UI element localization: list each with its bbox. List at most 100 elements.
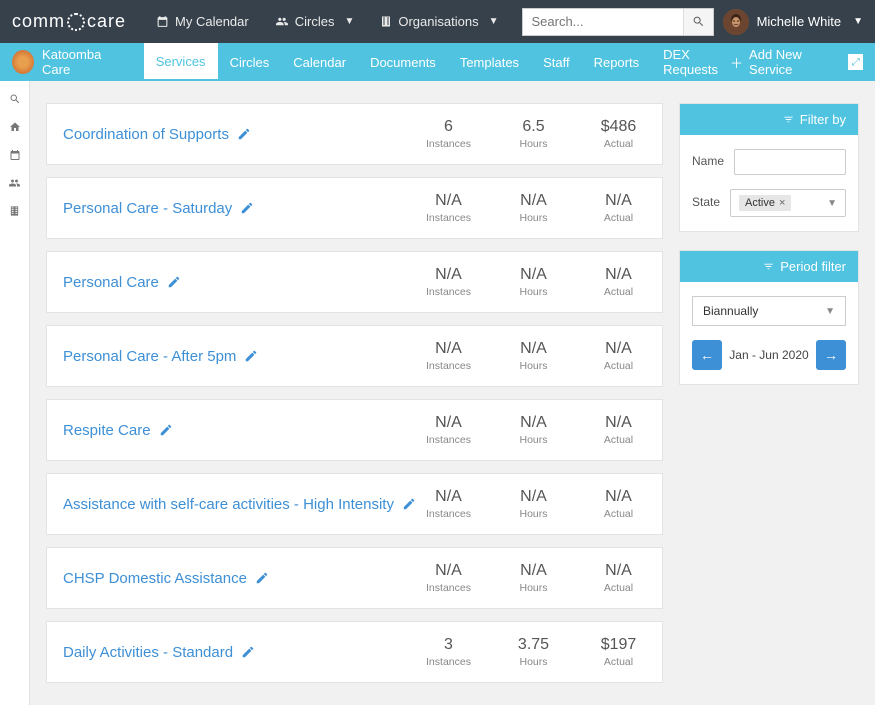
metric-actual-label: Actual [591, 508, 646, 520]
sub-nav: ServicesCirclesCalendarDocumentsTemplate… [144, 43, 730, 81]
metric-actual-value: N/A [591, 488, 646, 506]
tab-dex-requests[interactable]: DEX Requests [651, 43, 730, 81]
filter-name-label: Name [692, 154, 724, 168]
tab-templates[interactable]: Templates [448, 43, 531, 81]
metric-actual-label: Actual [591, 434, 646, 446]
edit-icon[interactable] [241, 645, 255, 659]
metric-actual: N/AActual [591, 192, 646, 224]
nav-my-calendar[interactable]: My Calendar [146, 8, 259, 35]
service-title-link[interactable]: Coordination of Supports [63, 126, 421, 143]
add-new-service-button[interactable]: ＋ Add New Service [730, 47, 838, 77]
caret-down-icon: ▼ [344, 16, 354, 27]
service-metrics: N/AInstancesN/AHoursN/AActual [421, 340, 646, 372]
user-name: Michelle White [757, 14, 842, 29]
metric-instances: N/AInstances [421, 488, 476, 520]
caret-down-icon: ▼ [853, 16, 863, 27]
service-name: Personal Care - After 5pm [63, 348, 236, 365]
period-next-button[interactable]: → [816, 340, 846, 370]
metric-hours-value: 3.75 [506, 636, 561, 654]
metric-instances: N/AInstances [421, 192, 476, 224]
edit-icon[interactable] [237, 127, 251, 141]
service-title-link[interactable]: Personal Care [63, 274, 421, 291]
rail-search-icon[interactable] [1, 85, 29, 113]
edit-icon[interactable] [240, 201, 254, 215]
metric-hours: N/AHours [506, 266, 561, 298]
service-row: Personal CareN/AInstancesN/AHoursN/AActu… [46, 251, 663, 313]
service-metrics: N/AInstancesN/AHoursN/AActual [421, 488, 646, 520]
logo-icon [67, 13, 85, 31]
tab-staff[interactable]: Staff [531, 43, 582, 81]
metric-instances-label: Instances [421, 434, 476, 446]
service-row: Respite CareN/AInstancesN/AHoursN/AActua… [46, 399, 663, 461]
service-title-link[interactable]: Daily Activities - Standard [63, 644, 421, 661]
edit-icon[interactable] [255, 571, 269, 585]
nav-my-calendar-label: My Calendar [175, 14, 249, 29]
rail-home-icon[interactable] [1, 113, 29, 141]
metric-actual-value: N/A [591, 562, 646, 580]
service-row: CHSP Domestic AssistanceN/AInstancesN/AH… [46, 547, 663, 609]
metric-instances-value: N/A [421, 562, 476, 580]
metric-instances-label: Instances [421, 212, 476, 224]
service-name: Assistance with self-care activities - H… [63, 496, 394, 513]
period-range-label: Jan - Jun 2020 [729, 348, 808, 362]
edit-icon[interactable] [167, 275, 181, 289]
metric-hours-value: N/A [506, 562, 561, 580]
metric-actual-value: N/A [591, 266, 646, 284]
service-title-link[interactable]: CHSP Domestic Assistance [63, 570, 421, 587]
tab-calendar[interactable]: Calendar [281, 43, 358, 81]
search-input[interactable] [523, 10, 683, 33]
service-name: Personal Care [63, 274, 159, 291]
state-tag-remove[interactable]: × [779, 197, 785, 209]
metric-actual: $197Actual [591, 636, 646, 668]
metric-instances: N/AInstances [421, 414, 476, 446]
tab-reports[interactable]: Reports [582, 43, 652, 81]
service-row: Daily Activities - Standard3Instances3.7… [46, 621, 663, 683]
rail-people-icon[interactable] [1, 169, 29, 197]
user-menu[interactable]: Michelle White ▼ [723, 9, 863, 35]
tab-circles[interactable]: Circles [218, 43, 282, 81]
filter-state-select[interactable]: Active × ▼ [730, 189, 846, 217]
service-row: Assistance with self-care activities - H… [46, 473, 663, 535]
logo[interactable]: comm care [12, 11, 126, 32]
metric-actual-label: Actual [591, 582, 646, 594]
edit-icon[interactable] [244, 349, 258, 363]
metric-instances: N/AInstances [421, 266, 476, 298]
edit-icon[interactable] [159, 423, 173, 437]
rail-building-icon[interactable] [1, 197, 29, 225]
metric-hours-label: Hours [506, 212, 561, 224]
nav-circles[interactable]: Circles ▼ [265, 8, 365, 35]
filter-state-label: State [692, 195, 720, 209]
edit-icon[interactable] [402, 497, 416, 511]
service-metrics: 3Instances3.75Hours$197Actual [421, 636, 646, 668]
metric-instances-label: Instances [421, 360, 476, 372]
service-metrics: N/AInstancesN/AHoursN/AActual [421, 414, 646, 446]
tab-services[interactable]: Services [144, 43, 218, 81]
expand-icon[interactable]: ⤢ [848, 54, 863, 70]
service-title-link[interactable]: Personal Care - After 5pm [63, 348, 421, 365]
metric-actual-value: N/A [591, 340, 646, 358]
tab-documents[interactable]: Documents [358, 43, 448, 81]
org-name[interactable]: Katoomba Care [42, 47, 126, 77]
metric-actual-value: N/A [591, 414, 646, 432]
period-prev-button[interactable]: ← [692, 340, 722, 370]
metric-instances-label: Instances [421, 508, 476, 520]
search-button[interactable] [683, 9, 713, 35]
service-name: Coordination of Supports [63, 126, 229, 143]
metric-hours-label: Hours [506, 138, 561, 150]
metric-hours-value: N/A [506, 192, 561, 210]
service-name: Daily Activities - Standard [63, 644, 233, 661]
rail-calendar-icon[interactable] [1, 141, 29, 169]
period-filter-header: Period filter [680, 251, 858, 282]
service-name: Respite Care [63, 422, 151, 439]
filter-name-input[interactable] [734, 149, 846, 175]
service-title-link[interactable]: Assistance with self-care activities - H… [63, 496, 421, 513]
caret-down-icon: ▼ [489, 16, 499, 27]
nav-organisations[interactable]: Organisations ▼ [370, 8, 508, 35]
service-title-link[interactable]: Personal Care - Saturday [63, 200, 421, 217]
period-frequency-select[interactable]: Biannually ▼ [692, 296, 846, 326]
service-metrics: N/AInstancesN/AHoursN/AActual [421, 266, 646, 298]
metric-instances-label: Instances [421, 656, 476, 668]
service-title-link[interactable]: Respite Care [63, 422, 421, 439]
metric-instances: N/AInstances [421, 562, 476, 594]
sub-header-right: ＋ Add New Service ⤢ [730, 47, 863, 77]
